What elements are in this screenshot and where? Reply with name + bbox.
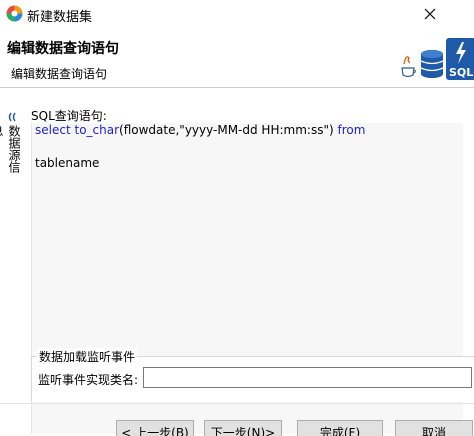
wizard-header: 编辑数据查询语句 编辑数据查询语句 SQL (0, 28, 474, 86)
finish-button[interactable]: 完成(F) (297, 420, 383, 436)
header-title: 编辑数据查询语句 (7, 41, 119, 57)
sql-args: (flowdate,"yyyy-MM-dd HH:mm:ss") (119, 123, 334, 137)
next-button[interactable]: 下一步(N)> (204, 420, 282, 436)
collapse-arrows-icon (8, 112, 16, 122)
sql-keyword-from: from (337, 123, 366, 137)
sql-function: to_char (74, 123, 120, 137)
sql-editor-label: SQL查询语句: (31, 109, 107, 123)
close-button[interactable] (410, 0, 450, 28)
listener-group-title: 数据加载监听事件 (37, 348, 138, 365)
sql-keyword-select: select (35, 123, 71, 137)
side-tab-label: 数据源信息 (0, 125, 21, 173)
wizard-body: 数据源信息 SQL查询语句: select to_char(flowdate,"… (0, 88, 474, 436)
sql-line-1: select to_char(flowdate,"yyyy-MM-dd HH:m… (35, 123, 365, 137)
window-title: 新建数据集 (27, 10, 93, 25)
sql-line-2: tablename (35, 156, 100, 170)
listener-class-label: 监听事件实现类名: (38, 373, 139, 387)
close-icon (424, 8, 436, 20)
prev-button[interactable]: < 上一步(B) (116, 420, 194, 436)
footer-divider (0, 403, 474, 404)
java-sql-banner-icon: SQL (401, 38, 474, 80)
sql-badge-label: SQL (449, 66, 473, 79)
title-bar: 新建数据集 (0, 0, 474, 28)
header-subtitle: 编辑数据查询语句 (11, 67, 108, 81)
app-logo-icon (6, 5, 23, 22)
cancel-button[interactable]: 取消 (395, 420, 473, 436)
listener-class-input[interactable] (143, 367, 472, 388)
side-tab-datasource[interactable]: 数据源信息 (0, 111, 24, 181)
